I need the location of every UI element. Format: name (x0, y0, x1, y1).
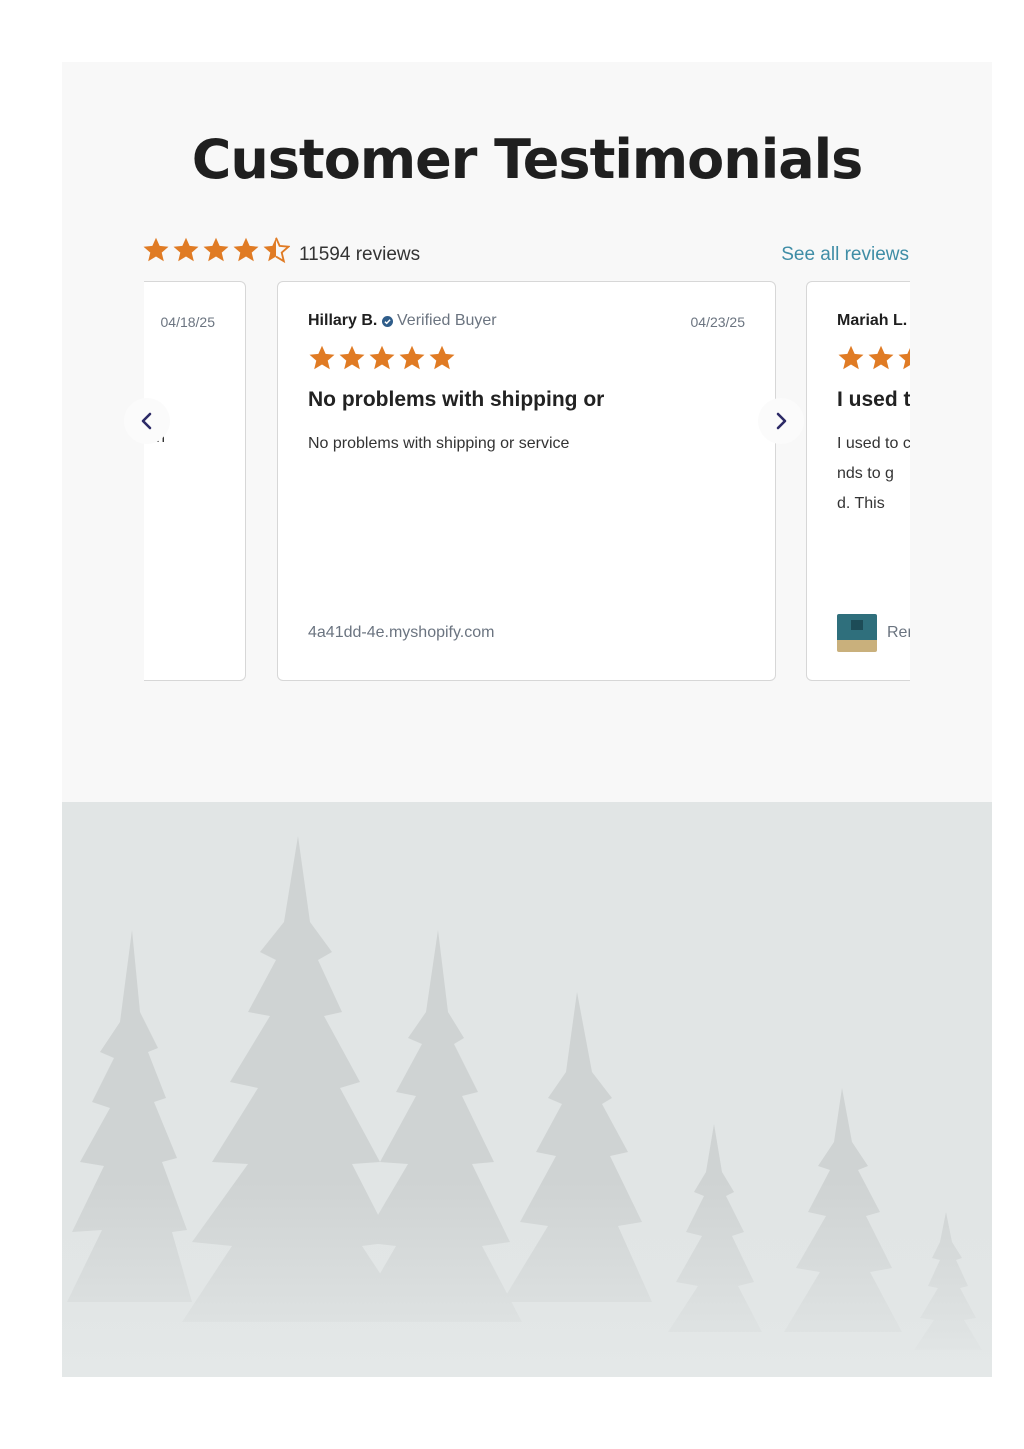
reviewer-name: Hillary B. (308, 312, 378, 329)
star-icon (838, 345, 864, 370)
review-title: I used t (837, 388, 910, 411)
review-body-line: d. This (837, 495, 885, 512)
star-icon (898, 348, 910, 370)
carousel-next-button[interactable] (758, 398, 804, 444)
review-card: 04/18/25 eth (144, 281, 246, 681)
verified-check-icon (382, 315, 393, 327)
review-body: I used to c nds to g d. This (837, 429, 910, 519)
product-thumbnail[interactable] (837, 614, 877, 652)
star-icon (399, 345, 425, 370)
review-body: No problems with shipping or service (308, 435, 570, 452)
chevron-left-icon (141, 412, 152, 430)
verified-badge: Verified Buyer (382, 312, 497, 330)
star-icon (429, 345, 455, 370)
forest-background (62, 802, 992, 1377)
review-title: No problems with shipping or (308, 388, 605, 411)
review-card: Hillary B. Verified Buyer 04/23/25 No pr… (277, 281, 776, 681)
star-icon (233, 237, 259, 262)
review-rating-stars (308, 344, 456, 372)
see-all-reviews-link[interactable]: See all reviews (781, 244, 909, 266)
verified-label: Verified Buyer (397, 312, 497, 329)
review-source: 4a41dd-4e.myshopify.com (308, 624, 495, 641)
pine-trees-illustration (62, 836, 992, 1377)
review-body-line: I used to c (837, 435, 910, 452)
testimonials-section: Customer Testimonials 11594 reviews See … (62, 62, 992, 802)
summary-rating-stars (142, 236, 290, 264)
star-icon (868, 345, 894, 370)
star-icon (339, 345, 365, 370)
review-card: Mariah L. I used t I used to c nds to g … (806, 281, 910, 681)
carousel-prev-button[interactable] (124, 398, 170, 444)
review-date: 04/18/25 (160, 314, 216, 330)
star-icon (143, 237, 169, 262)
review-body-line: nds to g (837, 465, 894, 482)
chevron-right-icon (776, 412, 787, 430)
star-icon (309, 345, 335, 370)
section-title: Customer Testimonials (191, 128, 864, 191)
review-date: 04/23/25 (690, 314, 746, 330)
star-icon (173, 237, 199, 262)
review-count: 11594 reviews (299, 244, 421, 265)
product-link[interactable]: Rer (887, 624, 910, 642)
review-rating-stars (837, 344, 910, 372)
reviewer-name: Mariah L. (837, 312, 908, 329)
star-icon (369, 345, 395, 370)
reviews-carousel: 04/18/25 eth Hillary B. Verified Buyer 0… (144, 281, 910, 687)
star-icon (203, 237, 229, 262)
half-star-icon (263, 237, 290, 264)
